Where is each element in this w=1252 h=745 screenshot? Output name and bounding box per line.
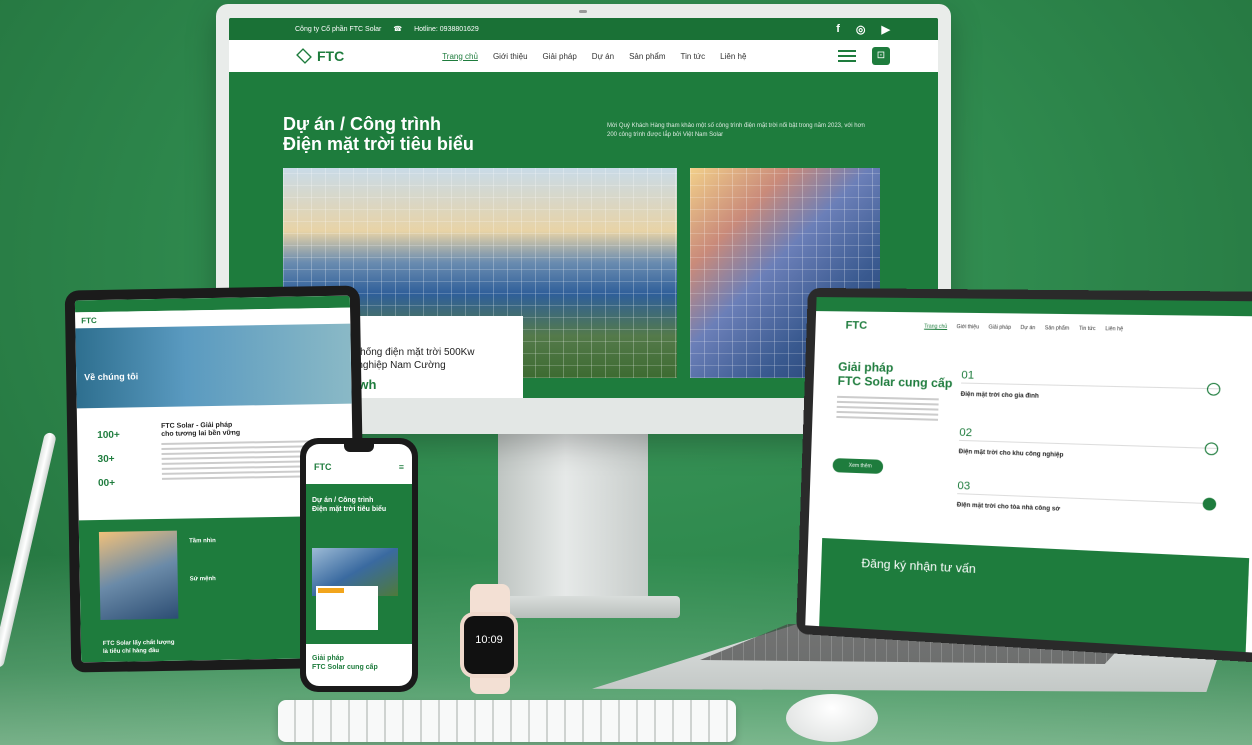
laptop-navbar: FTC Trang chủ Giới thiệu Giải pháp Dự án…	[815, 311, 1252, 346]
logo[interactable]: FTC	[295, 48, 344, 64]
logo-text: FTC	[317, 48, 344, 64]
phone-notch	[344, 444, 374, 452]
monitor-stand	[498, 432, 648, 602]
main-menu: Trang chủ Giới thiệu Giải pháp Dự án Sản…	[442, 52, 746, 61]
camera-dot	[579, 10, 587, 13]
laptop-menu-news[interactable]: Tin tức	[1079, 326, 1096, 333]
cart-icon[interactable]: ⊡	[872, 47, 890, 65]
phone-screen: FTC ≡ Dự án / Công trình Điện mặt trời t…	[306, 444, 412, 686]
project-card-value: Kwh	[349, 378, 523, 391]
smartwatch: 10:09	[460, 612, 518, 678]
tablet-vision: Tầm nhìn	[189, 538, 216, 544]
menu-icon[interactable]	[838, 50, 856, 62]
menu-item-news[interactable]: Tin tức	[681, 52, 706, 61]
tablet-about-title: FTC Solar - Giải pháp cho tương lai bền …	[161, 422, 241, 439]
hotline-text[interactable]: Hotline: 0938801629	[414, 26, 479, 33]
tablet-photo	[99, 531, 179, 620]
phone-device: FTC ≡ Dự án / Công trình Điện mặt trời t…	[300, 438, 418, 692]
menu-item-about[interactable]: Giới thiệu	[493, 52, 528, 61]
tablet-stats: 100+ 30+ 00+	[97, 424, 121, 496]
menu-item-solutions[interactable]: Giải pháp	[543, 52, 577, 61]
laptop-device: FTC Trang chủ Giới thiệu Giải pháp Dự án…	[796, 288, 1252, 663]
phone-title-line1: Dự án / Công trình	[312, 496, 386, 505]
watch-time: 10:09	[475, 634, 503, 646]
facebook-icon[interactable]: f	[836, 23, 840, 36]
phone-icon: ☎	[393, 25, 402, 33]
phone-bottom-line2: FTC Solar cung cấp	[312, 663, 378, 672]
hero-title-line1: Dự án / Công trình	[283, 114, 474, 134]
tablet-hero: Về chúng tôi	[75, 324, 351, 409]
solution-step-1[interactable]: 01 Điện mặt trời cho gia đình	[961, 383, 1221, 405]
laptop-screen: FTC Trang chủ Giới thiệu Giải pháp Dự án…	[805, 297, 1252, 653]
phone-bottom-heading: Giải pháp FTC Solar cung cấp	[312, 654, 378, 672]
company-name: Công ty Cổ phần FTC Solar	[295, 26, 381, 33]
project-card-title1: ệ thống điện mặt trời 500Kw	[349, 346, 523, 359]
view-more-button[interactable]: Xem thêm	[832, 458, 883, 474]
youtube-icon[interactable]: ▶	[882, 23, 890, 36]
phone-logo[interactable]: FTC	[314, 462, 332, 472]
menu-item-contact[interactable]: Liên hệ	[720, 52, 746, 61]
laptop-menu: Trang chủ Giới thiệu Giải pháp Dự án Sản…	[924, 324, 1123, 333]
menu-item-projects[interactable]: Dự án	[592, 52, 614, 61]
hero-description: Mời Quý Khách Hàng tham khảo một số công…	[607, 122, 867, 140]
watch-face: 10:09	[464, 616, 514, 674]
laptop-heading-line2: FTC Solar cung cấp	[837, 374, 952, 391]
tablet-footer-text: FTC Solar lấy chất lượng là tiêu chí hàn…	[103, 639, 175, 656]
keyboard	[278, 700, 736, 742]
phone-bottom-line1: Giải pháp	[312, 654, 378, 663]
phone-title-line2: Điện mặt trời tiêu biểu	[312, 505, 386, 514]
laptop-menu-products[interactable]: Sản phẩm	[1045, 325, 1070, 332]
solution-step-3[interactable]: 03 Điện mặt trời cho tòa nhà công sở	[957, 493, 1217, 519]
step-number: 01	[961, 369, 974, 382]
laptop-menu-about[interactable]: Giới thiệu	[956, 324, 979, 330]
tablet-footer-line2: là tiêu chí hàng đầu	[103, 647, 175, 656]
step-label: Điện mặt trời cho gia đình	[961, 384, 1221, 405]
hero-title-line2: Điện mặt trời tiêu biểu	[283, 134, 474, 154]
project-card-title2: h nghiệp Nam Cường	[349, 359, 523, 372]
step-number: 02	[959, 427, 972, 440]
tablet-hero-title: Về chúng tôi	[84, 371, 138, 382]
laptop-menu-solutions[interactable]: Giải pháp	[988, 324, 1011, 331]
laptop-menu-contact[interactable]: Liên hệ	[1105, 326, 1123, 333]
mouse	[786, 694, 878, 742]
tablet-logo[interactable]: FTC	[81, 316, 97, 325]
phone-badge	[318, 588, 344, 593]
logo-icon	[296, 48, 312, 64]
hero-title: Dự án / Công trình Điện mặt trời tiêu bi…	[283, 114, 474, 154]
desktop-topbar: Công ty Cổ phần FTC Solar ☎ Hotline: 093…	[229, 18, 938, 40]
phone-navbar: FTC ≡	[314, 462, 404, 472]
phone-menu-icon[interactable]: ≡	[399, 462, 404, 472]
form-title: Đăng ký nhận tư vấn	[861, 556, 1248, 590]
laptop-heading: Giải pháp FTC Solar cung cấp	[837, 360, 953, 391]
menu-item-products[interactable]: Sản phẩm	[629, 52, 665, 61]
laptop-intro-text	[836, 396, 939, 424]
consultation-form: Đăng ký nhận tư vấn	[819, 538, 1249, 652]
laptop-menu-projects[interactable]: Dự án	[1020, 325, 1035, 331]
stat-2: 30+	[97, 448, 120, 472]
stat-3: 00+	[98, 472, 121, 496]
menu-item-home[interactable]: Trang chủ	[442, 52, 478, 61]
laptop-logo[interactable]: FTC	[845, 319, 867, 331]
step-label: Điện mặt trời cho tòa nhà công sở	[957, 494, 1217, 519]
stat-1: 100+	[97, 424, 120, 448]
step-number: 03	[957, 480, 970, 493]
tablet-mission: Sứ mệnh	[190, 576, 216, 582]
step-label: Điện mặt trời cho khu công nghiệp	[959, 441, 1219, 464]
solution-step-2[interactable]: 02 Điện mặt trời cho khu công nghiệp	[959, 440, 1219, 464]
laptop-menu-home[interactable]: Trang chủ	[924, 324, 947, 330]
phone-title: Dự án / Công trình Điện mặt trời tiêu bi…	[312, 496, 386, 514]
instagram-icon[interactable]: ◎	[856, 23, 866, 36]
desktop-navbar: FTC Trang chủ Giới thiệu Giải pháp Dự án…	[229, 40, 938, 72]
